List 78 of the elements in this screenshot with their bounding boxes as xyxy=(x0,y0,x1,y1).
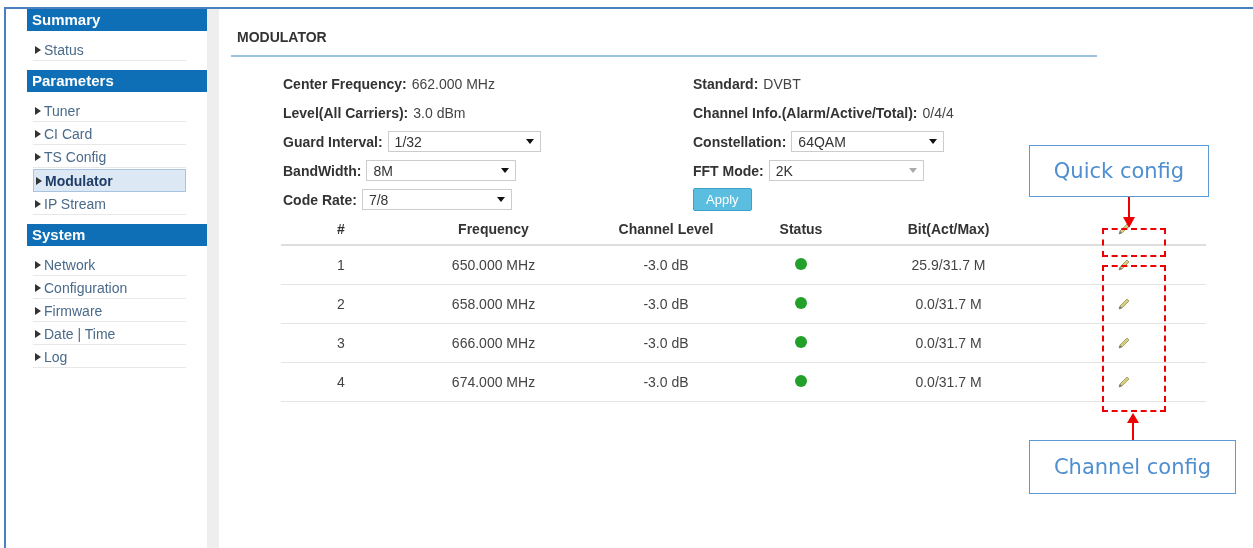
field-label: Guard Interval: xyxy=(283,133,383,150)
sidebar-item[interactable]: Firmware xyxy=(33,300,186,322)
table-cell: 650.000 MHz xyxy=(451,257,536,273)
dropdown[interactable]: 7/8 xyxy=(361,189,512,210)
field-label: Center Frequency: xyxy=(283,75,407,92)
table-cell: 674.000 MHz xyxy=(451,374,536,390)
table-cell: -3.0 dB xyxy=(643,374,689,390)
triangle-icon xyxy=(35,329,41,338)
dropdown[interactable]: 1/32 xyxy=(387,131,541,152)
triangle-icon xyxy=(35,199,41,208)
field-value: 0/4/4 xyxy=(922,104,954,121)
column-header: Bit(Act/Max) xyxy=(907,221,990,237)
section-title: MODULATOR xyxy=(231,9,1097,57)
pencil-icon[interactable] xyxy=(1116,258,1131,272)
table-cell: 0.0/31.7 M xyxy=(915,335,982,351)
field-label: Code Rate: xyxy=(283,191,357,208)
table-cell: 4 xyxy=(337,374,345,390)
triangle-icon xyxy=(35,306,41,315)
sidebar-item[interactable]: Status xyxy=(33,39,186,61)
sidebar-section-header: Summary xyxy=(27,9,207,31)
sidebar-item[interactable]: Tuner xyxy=(33,100,186,122)
caret-icon xyxy=(525,139,534,144)
triangle-icon xyxy=(35,260,41,269)
column-header: Status xyxy=(779,221,823,237)
sidebar-section-header: Parameters xyxy=(27,70,207,92)
dropdown[interactable]: 8M xyxy=(366,160,517,181)
table-cell: -3.0 dB xyxy=(643,257,689,273)
pencil-icon[interactable] xyxy=(1116,297,1131,311)
sidebar-item[interactable]: Date | Time xyxy=(33,323,186,345)
field-label: Channel Info.(Alarm/Active/Total): xyxy=(693,104,918,121)
callout-label: Quick config xyxy=(1029,145,1209,197)
sidebar-item[interactable]: Log xyxy=(33,346,186,368)
table-cell: 3 xyxy=(337,335,345,351)
sidebar-item[interactable]: Modulator xyxy=(33,169,186,192)
table-cell: 666.000 MHz xyxy=(451,335,536,351)
table-cell: 658.000 MHz xyxy=(451,296,536,312)
sidebar-item[interactable]: TS Config xyxy=(33,146,186,168)
triangle-icon xyxy=(35,129,41,138)
field-value: DVBT xyxy=(763,75,801,92)
pencil-icon[interactable] xyxy=(1116,336,1131,350)
triangle-icon xyxy=(35,106,41,115)
triangle-icon xyxy=(35,45,41,54)
field-value: 3.0 dBm xyxy=(413,104,466,121)
pencil-icon[interactable] xyxy=(1116,375,1131,389)
sidebar-item[interactable]: CI Card xyxy=(33,123,186,145)
table-cell: 0.0/31.7 M xyxy=(915,296,982,312)
field-value: 662.000 MHz xyxy=(411,75,495,92)
arrow xyxy=(1123,197,1135,228)
table-cell: 0.0/31.7 M xyxy=(915,374,982,390)
sidebar-item[interactable]: IP Stream xyxy=(33,193,186,215)
caret-icon xyxy=(496,197,505,202)
field-label: Constellation: xyxy=(693,133,787,150)
caret-icon xyxy=(929,139,938,144)
field-label: FFT Mode: xyxy=(693,162,764,179)
column-header: Frequency xyxy=(458,221,529,237)
dashed-highlight xyxy=(1102,228,1166,257)
table-cell: 2 xyxy=(337,296,345,312)
callout-label: Channel config xyxy=(1029,440,1236,494)
sidebar-item[interactable]: Configuration xyxy=(33,277,186,299)
triangle-icon xyxy=(35,352,41,361)
caret-icon xyxy=(908,168,917,173)
arrow xyxy=(1127,413,1139,440)
table-cell: -3.0 dB xyxy=(643,335,689,351)
field-label: Standard: xyxy=(693,75,759,92)
sidebar-item[interactable]: Network xyxy=(33,254,186,276)
table-cell: -3.0 dB xyxy=(643,296,689,312)
caret-icon xyxy=(501,168,510,173)
column-header: # xyxy=(337,221,345,237)
field-label: BandWidth: xyxy=(283,162,362,179)
field-label: Level(All Carriers): xyxy=(283,104,409,121)
triangle-icon xyxy=(35,283,41,292)
column-header: Channel Level xyxy=(618,221,714,237)
triangle-icon xyxy=(35,152,41,161)
table-cell: 1 xyxy=(337,257,345,273)
sidebar-section-header: System xyxy=(27,224,207,246)
triangle-icon xyxy=(36,176,42,185)
dropdown[interactable]: 64QAM xyxy=(791,131,945,152)
table-cell: 25.9/31.7 M xyxy=(911,257,986,273)
